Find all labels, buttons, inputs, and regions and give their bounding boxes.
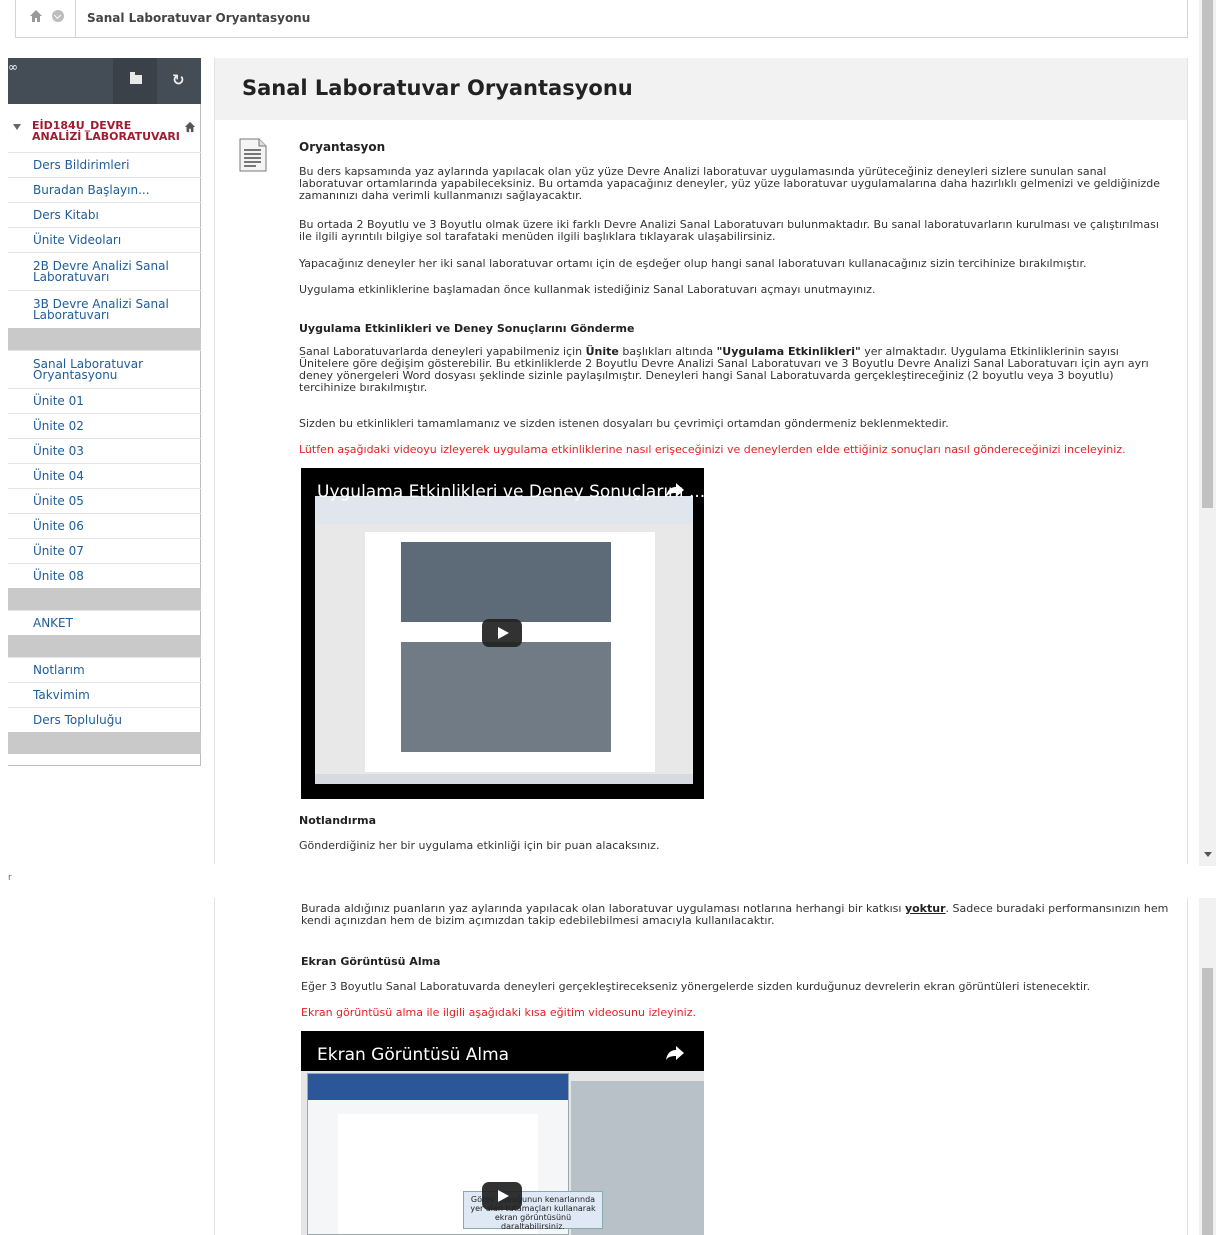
video-player-uygulama[interactable]: Uygulama Etkinlikleri ve Deney Sonuçları… xyxy=(301,468,704,799)
sidebar-item-unite-05[interactable]: Ünite 05 xyxy=(8,488,201,513)
breadcrumb-divider xyxy=(75,0,76,38)
paragraph-labs: Bu ortada 2 Boyutlu ve 3 Boyutlu olmak ü… xyxy=(299,218,1159,243)
collapse-triangle-icon[interactable] xyxy=(13,124,21,130)
scrollbar[interactable] xyxy=(1199,898,1216,1235)
sidebar-item-sanal-lab-oryantasyonu[interactable]: Sanal Laboratuvar Oryantasyonu xyxy=(8,350,201,388)
document-icon xyxy=(239,138,267,172)
paragraph-screenshot: Eğer 3 Boyutlu Sanal Laboratuvarda deney… xyxy=(301,980,1091,993)
paragraph-grading-detail: Burada aldığınız puanların yaz aylarında… xyxy=(301,903,1171,927)
sidebar-item-2b-lab[interactable]: 2B Devre Analizi Sanal Laboratuvarı xyxy=(8,252,201,290)
video-thumbnail: Görev çubuğunun kenarlarında yer alan tu… xyxy=(301,1071,704,1235)
link-icon[interactable]: ∞ xyxy=(8,60,18,74)
section-title-uygulama: Uygulama Etkinlikleri ve Deney Sonuçları… xyxy=(299,322,635,335)
paragraph-screenshot-video: Ekran görüntüsü alma ile ilgili aşağıdak… xyxy=(301,1006,696,1019)
content-panel: Sanal Laboratuvar Oryantasyonu Oryantasy… xyxy=(214,58,1188,864)
folder-icon xyxy=(130,72,142,84)
sidebar-item-unite-04[interactable]: Ünite 04 xyxy=(8,463,201,488)
word-page xyxy=(365,532,655,772)
sidebar-separator xyxy=(8,732,201,754)
refresh-icon: ↻ xyxy=(172,71,185,89)
sidebar-item-unite-03[interactable]: Ünite 03 xyxy=(8,438,201,463)
sidebar-item-ders-bildirimleri[interactable]: Ders Bildirimleri xyxy=(8,152,201,177)
sidebar-item-unite-videolari[interactable]: Ünite Videoları xyxy=(8,227,201,252)
chevron-down-icon[interactable] xyxy=(52,10,64,22)
sidebar-separator xyxy=(8,328,201,350)
paragraph-intro: Bu ders kapsamında yaz aylarında yapılac… xyxy=(299,165,1161,202)
sidebar-item-unite-08[interactable]: Ünite 08 xyxy=(8,563,201,588)
sidebar-item-notlarim[interactable]: Notlarım xyxy=(8,657,201,682)
paragraph-grading: Gönderdiğiniz her bir uygulama etkinliği… xyxy=(299,839,660,852)
paragraph-video-instruction: Lütfen aşağıdaki videoyu izleyerek uygul… xyxy=(299,443,1126,456)
paragraph-submit: Sizden bu etkinlikleri tamamlamanız ve s… xyxy=(299,417,949,430)
play-button[interactable] xyxy=(482,1182,522,1210)
section-title-ekran: Ekran Görüntüsü Alma xyxy=(301,955,441,968)
scroll-down-arrow-icon[interactable] xyxy=(1204,852,1212,857)
video-title[interactable]: Uygulama Etkinlikleri ve Deney Sonuçları… xyxy=(317,482,704,502)
sidebar-item-takvimim[interactable]: Takvimim xyxy=(8,682,201,707)
content-header: Sanal Laboratuvar Oryantasyonu xyxy=(215,58,1187,120)
sidebar-item-unite-02[interactable]: Ünite 02 xyxy=(8,413,201,438)
oscilloscope-image xyxy=(401,642,611,752)
sidebar-separator xyxy=(8,588,201,610)
sidebar-item-ders-kitabi[interactable]: Ders Kitabı xyxy=(8,202,201,227)
paragraph-reminder: Uygulama etkinliklerine başlamadan önce … xyxy=(299,283,876,296)
word-titlebar xyxy=(308,1074,568,1100)
paragraph-equivalence: Yapacağınız deneyler her iki sanal labor… xyxy=(299,257,1087,270)
breadcrumb: Sanal Laboratuvar Oryantasyonu xyxy=(15,0,1188,38)
home-icon[interactable] xyxy=(184,121,196,133)
sidebar-item-anket[interactable]: ANKET xyxy=(8,610,201,635)
folder-view-button[interactable] xyxy=(113,58,157,104)
scrollbar[interactable] xyxy=(1199,0,1216,866)
cursor-mark: r xyxy=(8,873,12,883)
sidebar-item-ders-toplulugu[interactable]: Ders Topluluğu xyxy=(8,707,201,732)
sidebar-item-unite-06[interactable]: Ünite 06 xyxy=(8,513,201,538)
breadcrumb-current: Sanal Laboratuvar Oryantasyonu xyxy=(87,11,311,25)
share-icon[interactable] xyxy=(666,1046,684,1060)
paragraph-activities: Sanal Laboratuvarlarda deneyleri yapabil… xyxy=(299,346,1169,394)
text-bold-underlined: yoktur xyxy=(904,902,946,915)
sidebar-item-unite-07[interactable]: Ünite 07 xyxy=(8,538,201,563)
video-player-ekran[interactable]: Görev çubuğunun kenarlarında yer alan tu… xyxy=(301,1031,704,1235)
course-title[interactable]: EİD184U_DEVRE ANALİZİ LABORATUVARI xyxy=(32,120,182,142)
content-panel-continued: Burada aldığınız puanların yaz aylarında… xyxy=(214,898,1188,1235)
scrollbar-thumb[interactable] xyxy=(1202,0,1213,508)
scrollbar-thumb[interactable] xyxy=(1202,968,1213,1235)
section-title-oryantasyon: Oryantasyon xyxy=(299,140,386,154)
sidebar-item-buradan-baslayin[interactable]: Buradan Başlayın... xyxy=(8,177,201,202)
play-button[interactable] xyxy=(482,619,522,647)
sidebar-header: ∞ ↻ xyxy=(8,58,201,104)
section-title-notlandirma: Notlandırma xyxy=(299,814,376,827)
sidebar-item-3b-lab[interactable]: 3B Devre Analizi Sanal Laboratuvarı xyxy=(8,290,201,328)
home-icon[interactable] xyxy=(29,9,43,23)
word-statusbar xyxy=(315,774,693,784)
sidebar-separator xyxy=(8,635,201,657)
refresh-button[interactable]: ↻ xyxy=(157,58,201,104)
multimeter-image xyxy=(401,542,611,622)
video-title[interactable]: Ekran Görüntüsü Alma xyxy=(317,1045,509,1065)
share-icon[interactable] xyxy=(666,483,684,497)
page-title: Sanal Laboratuvar Oryantasyonu xyxy=(242,76,633,100)
sidebar-item-unite-01[interactable]: Ünite 01 xyxy=(8,388,201,413)
course-menu: EİD184U_DEVRE ANALİZİ LABORATUVARI Ders … xyxy=(8,104,201,766)
